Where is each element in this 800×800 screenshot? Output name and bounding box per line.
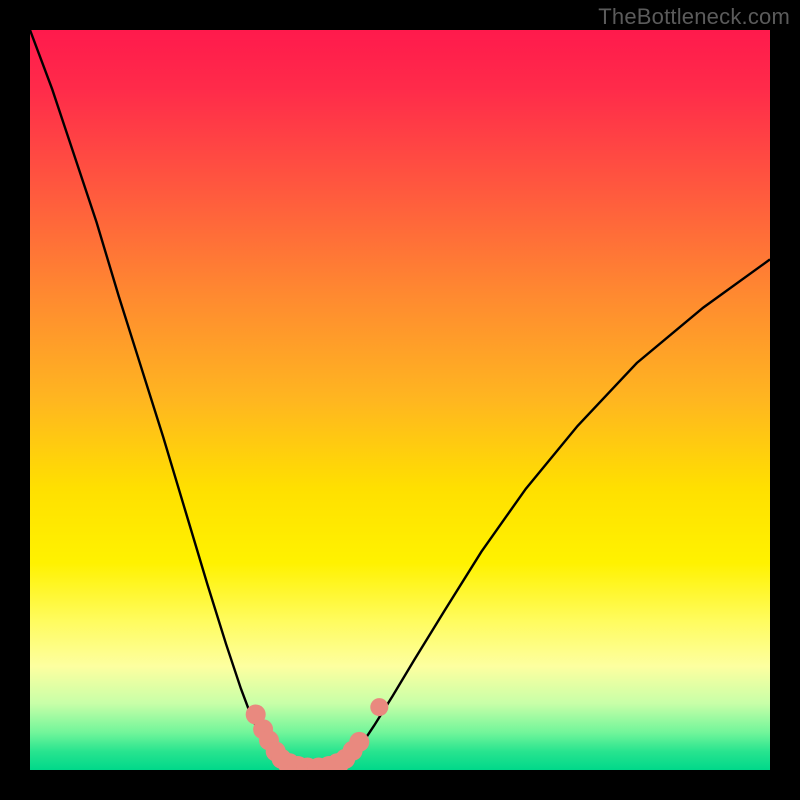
curve-curve-left: [30, 30, 289, 770]
marker-dot: [370, 698, 388, 716]
marker-dot: [349, 732, 369, 752]
chart-frame: TheBottleneck.com: [0, 0, 800, 800]
plot-area: [30, 30, 770, 770]
curve-group: [30, 30, 770, 770]
curve-layer: [30, 30, 770, 770]
watermark-text: TheBottleneck.com: [598, 4, 790, 30]
curve-curve-right: [341, 259, 770, 770]
marker-dots-group: [246, 698, 389, 770]
